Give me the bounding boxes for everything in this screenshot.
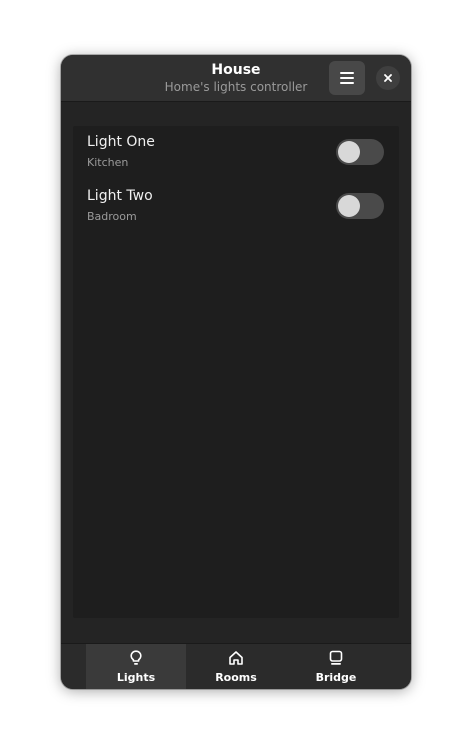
hamburger-menu-icon <box>340 72 354 84</box>
close-window-button[interactable] <box>376 66 400 90</box>
tab-bridge[interactable]: Bridge <box>286 644 386 689</box>
bridge-device-icon <box>329 650 343 665</box>
main-menu-button[interactable] <box>329 61 365 95</box>
light-name: Light Two <box>87 188 153 204</box>
view-switcher-bar: Lights Rooms Bridge <box>61 643 411 689</box>
lightbulb-icon <box>130 650 142 665</box>
lights-page: Light One Kitchen Light Two Badroom <box>61 102 411 642</box>
house-icon <box>229 651 243 665</box>
light-room: Kitchen <box>87 156 129 169</box>
switch-knob <box>338 195 360 217</box>
light-room: Badroom <box>87 210 137 223</box>
light-two-toggle-switch[interactable] <box>336 193 384 219</box>
tab-bridge-label: Bridge <box>315 671 357 684</box>
tab-lights[interactable]: Lights <box>86 644 186 689</box>
tab-rooms-label: Rooms <box>215 671 257 684</box>
light-one-toggle-switch[interactable] <box>336 139 384 165</box>
light-row-light-two: Light Two Badroom <box>73 180 399 234</box>
close-icon <box>384 74 392 82</box>
tab-lights-label: Lights <box>116 671 156 684</box>
tab-rooms[interactable]: Rooms <box>186 644 286 689</box>
light-row-light-one: Light One Kitchen <box>73 126 399 180</box>
switch-knob <box>338 141 360 163</box>
light-name: Light One <box>87 134 155 150</box>
app-window: House Home's lights controller Light One… <box>61 55 411 689</box>
lights-list: Light One Kitchen Light Two Badroom <box>73 126 399 618</box>
header-bar: House Home's lights controller <box>61 55 411 102</box>
